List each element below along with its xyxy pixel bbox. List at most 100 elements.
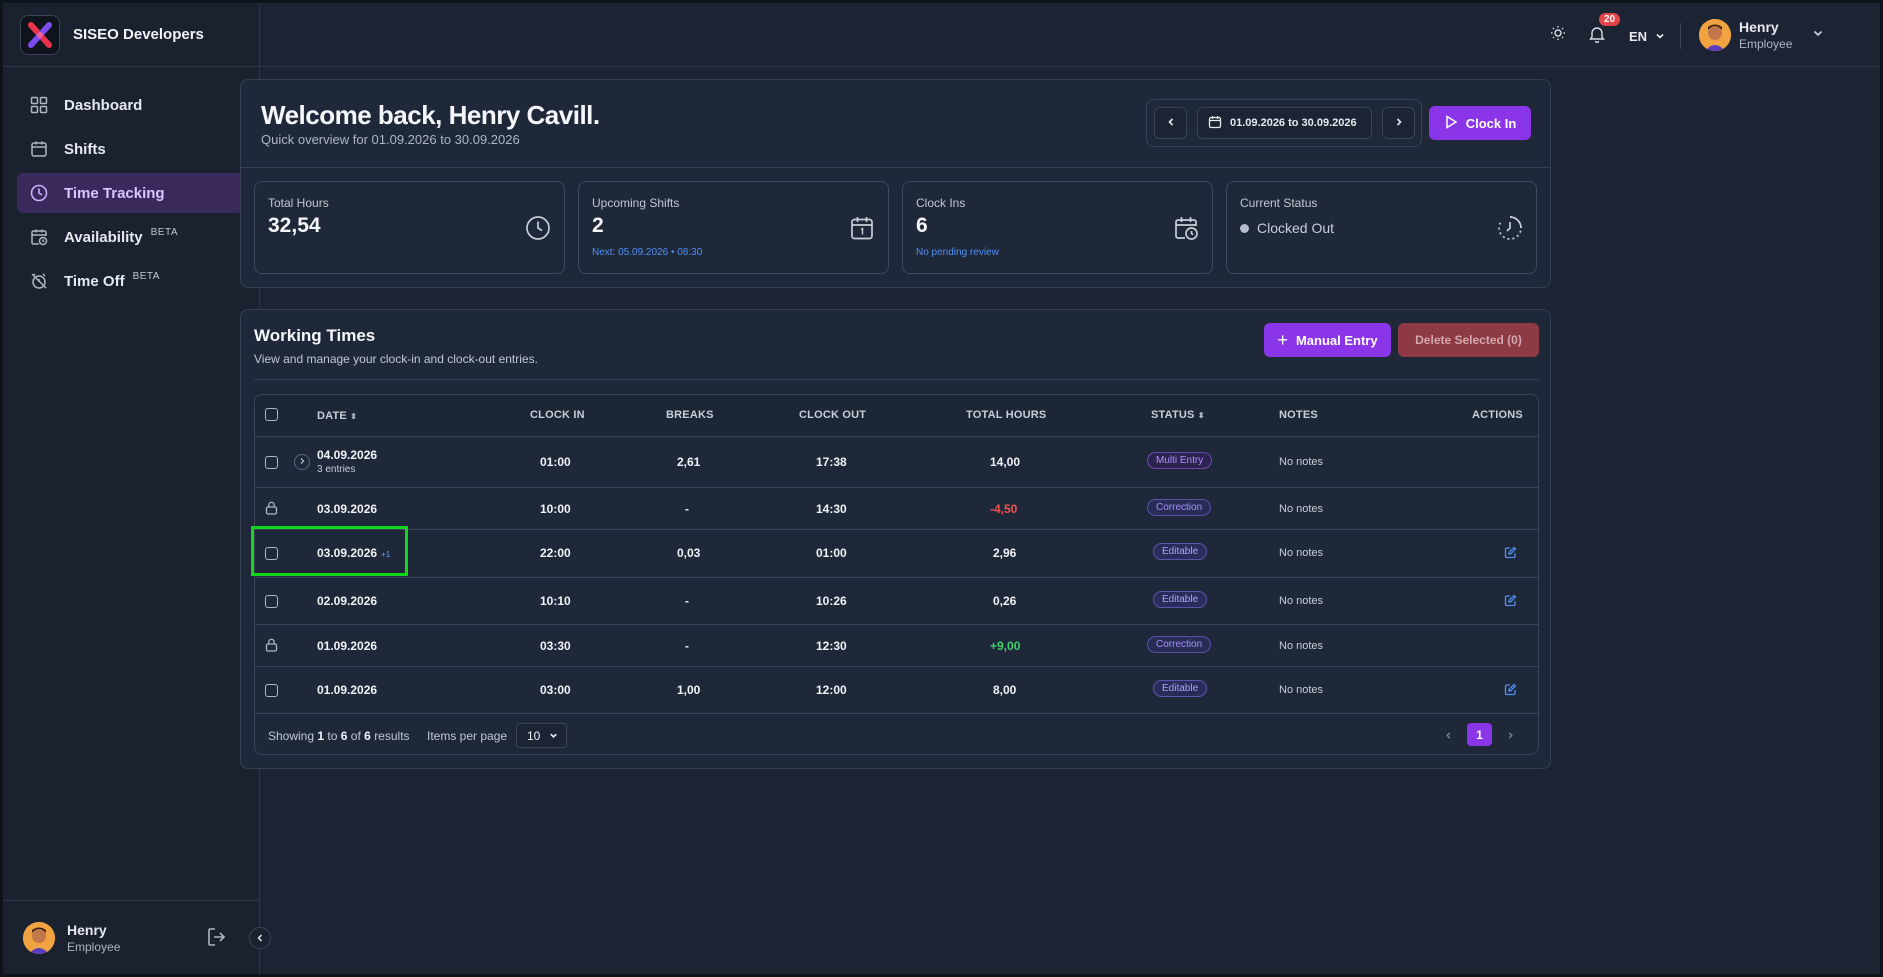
chevron-left-icon [1166,114,1176,132]
items-per-page-select[interactable]: 10 [516,723,567,748]
page-button-current[interactable]: 1 [1467,723,1492,746]
sidebar-item-availability[interactable]: Availability BETA [17,217,245,257]
play-icon [1444,114,1466,132]
welcome-card: Welcome back, Henry Cavill. Quick overvi… [240,79,1551,288]
cell-date: 03.09.2026 +1 [317,546,391,560]
date-range-label: 01.09.2026 to 30.09.2026 [1230,117,1357,129]
stat-upcoming-shifts: Upcoming Shifts 2 Next: 05.09.2026 • 08:… [578,181,889,274]
cell-total-hours: 8,00 [993,683,1017,697]
sidebar-collapse-button[interactable] [249,927,271,949]
chevron-down-icon [1812,26,1824,44]
user-menu[interactable]: Henry Employee [1699,19,1824,51]
expand-row-button[interactable] [294,454,310,470]
column-header-breaks: BREAKS [666,409,714,421]
app-window: SISEO Developers Dashboard Shifts Time T… [0,0,1883,977]
row-checkbox[interactable] [265,684,278,697]
sidebar-item-label: Availability [64,228,143,246]
cell-breaks: 0,03 [677,546,701,560]
sidebar: SISEO Developers Dashboard Shifts Time T… [3,3,271,974]
sidebar-footer: Henry Employee [3,900,271,974]
cell-breaks: - [685,502,689,516]
cell-breaks: - [685,594,689,608]
language-label: EN [1629,29,1648,44]
sidebar-item-dashboard[interactable]: Dashboard [17,85,245,125]
stat-label: Upcoming Shifts [592,196,680,210]
column-header-total-hours: TOTAL HOURS [966,409,1047,421]
date-range-group: 01.09.2026 to 30.09.2026 [1146,99,1422,147]
cell-clock-out: 10:26 [816,594,847,608]
cell-entries-count: 3 entries [317,464,356,475]
bell-icon[interactable] [1589,25,1605,48]
brand-logo-icon [20,14,60,55]
cell-notes: No notes [1279,503,1324,515]
calendar-icon [29,139,49,159]
cell-clock-in: 03:30 [540,639,571,653]
sort-icon: ⬍ [350,412,358,421]
status-badge: Editable [1153,543,1208,560]
avatar [1699,19,1731,51]
table-row[interactable]: 01.09.2026 03:30 - 12:30 +9,00 Correctio… [255,625,1538,667]
plus-icon: + [1277,329,1288,350]
table-row[interactable]: 02.09.2026 10:10 - 10:26 0,26 Editable N… [255,578,1538,625]
sidebar-item-time-tracking[interactable]: Time Tracking [17,173,245,213]
edit-icon[interactable] [1504,683,1517,701]
topbar-divider [1680,23,1681,49]
row-checkbox[interactable] [265,456,278,469]
cell-clock-in: 03:00 [540,683,571,697]
alarm-off-icon [29,271,49,291]
table-row[interactable]: 03.09.2026 +1 22:00 0,03 01:00 2,96 Edita… [255,530,1538,578]
prev-page-button[interactable] [1444,727,1453,743]
cell-notes: No notes [1279,595,1324,607]
status-value: Clocked Out [1240,220,1334,236]
edit-icon[interactable] [1504,546,1517,564]
pending-review-note[interactable]: No pending review [916,247,999,258]
status-badge: Correction [1147,636,1212,653]
date-range-picker[interactable]: 01.09.2026 to 30.09.2026 [1197,107,1372,139]
row-checkbox[interactable] [265,595,278,608]
table-header: DATE ⬍ CLOCK IN BREAKS CLOCK OUT TOTAL H… [255,395,1538,437]
cell-total-hours: 2,96 [993,546,1017,560]
logout-icon[interactable] [206,926,228,953]
cell-date: 01.09.2026 [317,683,378,697]
results-summary: Showing 1 to 6 of 6 results [268,729,410,743]
stat-value: 2 [592,214,604,237]
table-row[interactable]: 04.09.2026 3 entries 01:00 2,61 17:38 14… [255,437,1538,488]
topbar: 20 EN Henry Employee [260,3,1880,67]
table-row[interactable]: 03.09.2026 10:00 - 14:30 -4,50 Correctio… [255,488,1538,530]
page-title: Welcome back, Henry Cavill. [261,100,600,130]
sidebar-item-label: Time Tracking [64,184,165,202]
sidebar-item-label: Time Off [64,272,125,290]
next-range-button[interactable] [1382,107,1415,139]
delete-selected-button[interactable]: Delete Selected (0) [1398,323,1539,357]
next-shift-note[interactable]: Next: 05.09.2026 • 08:30 [592,247,702,258]
stat-value: 6 [916,214,928,237]
prev-range-button[interactable] [1154,107,1187,139]
column-header-date[interactable]: DATE ⬍ [317,410,357,422]
column-header-status[interactable]: STATUS ⬍ [1151,409,1205,421]
stat-label: Clock Ins [916,196,966,210]
column-header-notes: NOTES [1279,409,1318,421]
language-select[interactable]: EN [1629,29,1665,44]
row-checkbox[interactable] [265,547,278,560]
table-row[interactable]: 01.09.2026 03:00 1,00 12:00 8,00 Editabl… [255,667,1538,714]
brand[interactable]: SISEO Developers [3,3,259,67]
cell-date: 03.09.2026 [317,502,378,516]
next-page-button[interactable] [1506,727,1515,743]
cell-clock-in: 01:00 [540,455,571,469]
column-header-clock-out: CLOCK OUT [799,409,867,421]
avatar[interactable] [23,921,55,954]
sidebar-item-time-off[interactable]: Time Off BETA [17,261,245,301]
cell-clock-out: 01:00 [816,546,847,560]
select-all-checkbox[interactable] [265,408,278,421]
sun-icon[interactable] [1550,25,1566,46]
sidebar-nav: Dashboard Shifts Time Tracking Availabil… [3,67,259,323]
welcome-subtitle: Quick overview for 01.09.2026 to 30.09.2… [261,132,520,147]
calendar-icon [849,215,875,246]
status-badge: Multi Entry [1147,452,1213,469]
sidebar-user-name: Henry [67,921,107,938]
edit-icon[interactable] [1504,594,1517,612]
manual-entry-button[interactable]: + Manual Entry [1264,323,1391,357]
clock-in-button[interactable]: Clock In [1429,106,1531,140]
cell-clock-out: 17:38 [816,455,847,469]
sidebar-item-shifts[interactable]: Shifts [17,129,245,169]
